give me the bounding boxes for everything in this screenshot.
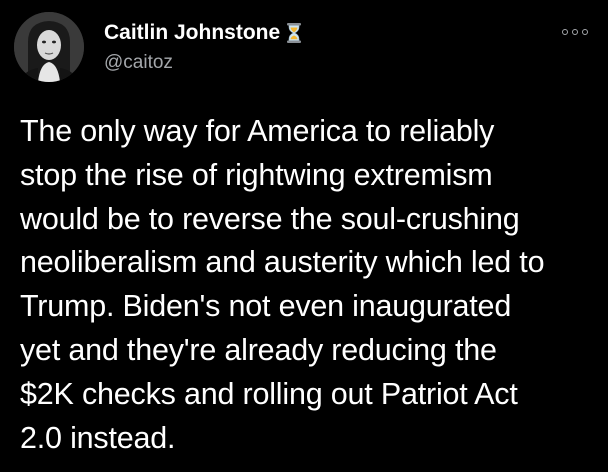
tweet-text-line: The only way for America to reliably bbox=[20, 114, 495, 148]
author-name-row: Caitlin Johnstone bbox=[104, 20, 302, 46]
author-handle[interactable]: @caitoz bbox=[104, 51, 173, 75]
tweet-text-line: 2.0 instead. bbox=[20, 420, 176, 455]
tweet-text-line: Trump. Biden's not even inaugurated bbox=[20, 289, 512, 324]
more-dot bbox=[572, 29, 578, 35]
tweet-text-line: yet and they're already reducing the bbox=[20, 332, 497, 367]
tweet-text: The only way for America to reliably sto… bbox=[20, 110, 600, 460]
author-display-name[interactable]: Caitlin Johnstone bbox=[104, 20, 280, 46]
tweet-text-line: neoliberalism and austerity which led to bbox=[20, 245, 545, 280]
more-dot bbox=[582, 29, 588, 35]
tweet-text-line: would be to reverse the soul-crushing bbox=[20, 201, 520, 236]
more-options-icon[interactable] bbox=[562, 24, 588, 40]
more-dot bbox=[562, 29, 568, 35]
profile-photo-icon bbox=[14, 12, 84, 82]
tweet-text-line: $2K checks and rolling out Patriot Act bbox=[20, 376, 518, 411]
tweet-card: Caitlin Johnstone @caitoz The only way f… bbox=[0, 0, 608, 472]
avatar[interactable] bbox=[14, 12, 84, 82]
hourglass-icon bbox=[286, 22, 302, 44]
tweet-text-line: stop the rise of rightwing extremism bbox=[20, 157, 493, 192]
